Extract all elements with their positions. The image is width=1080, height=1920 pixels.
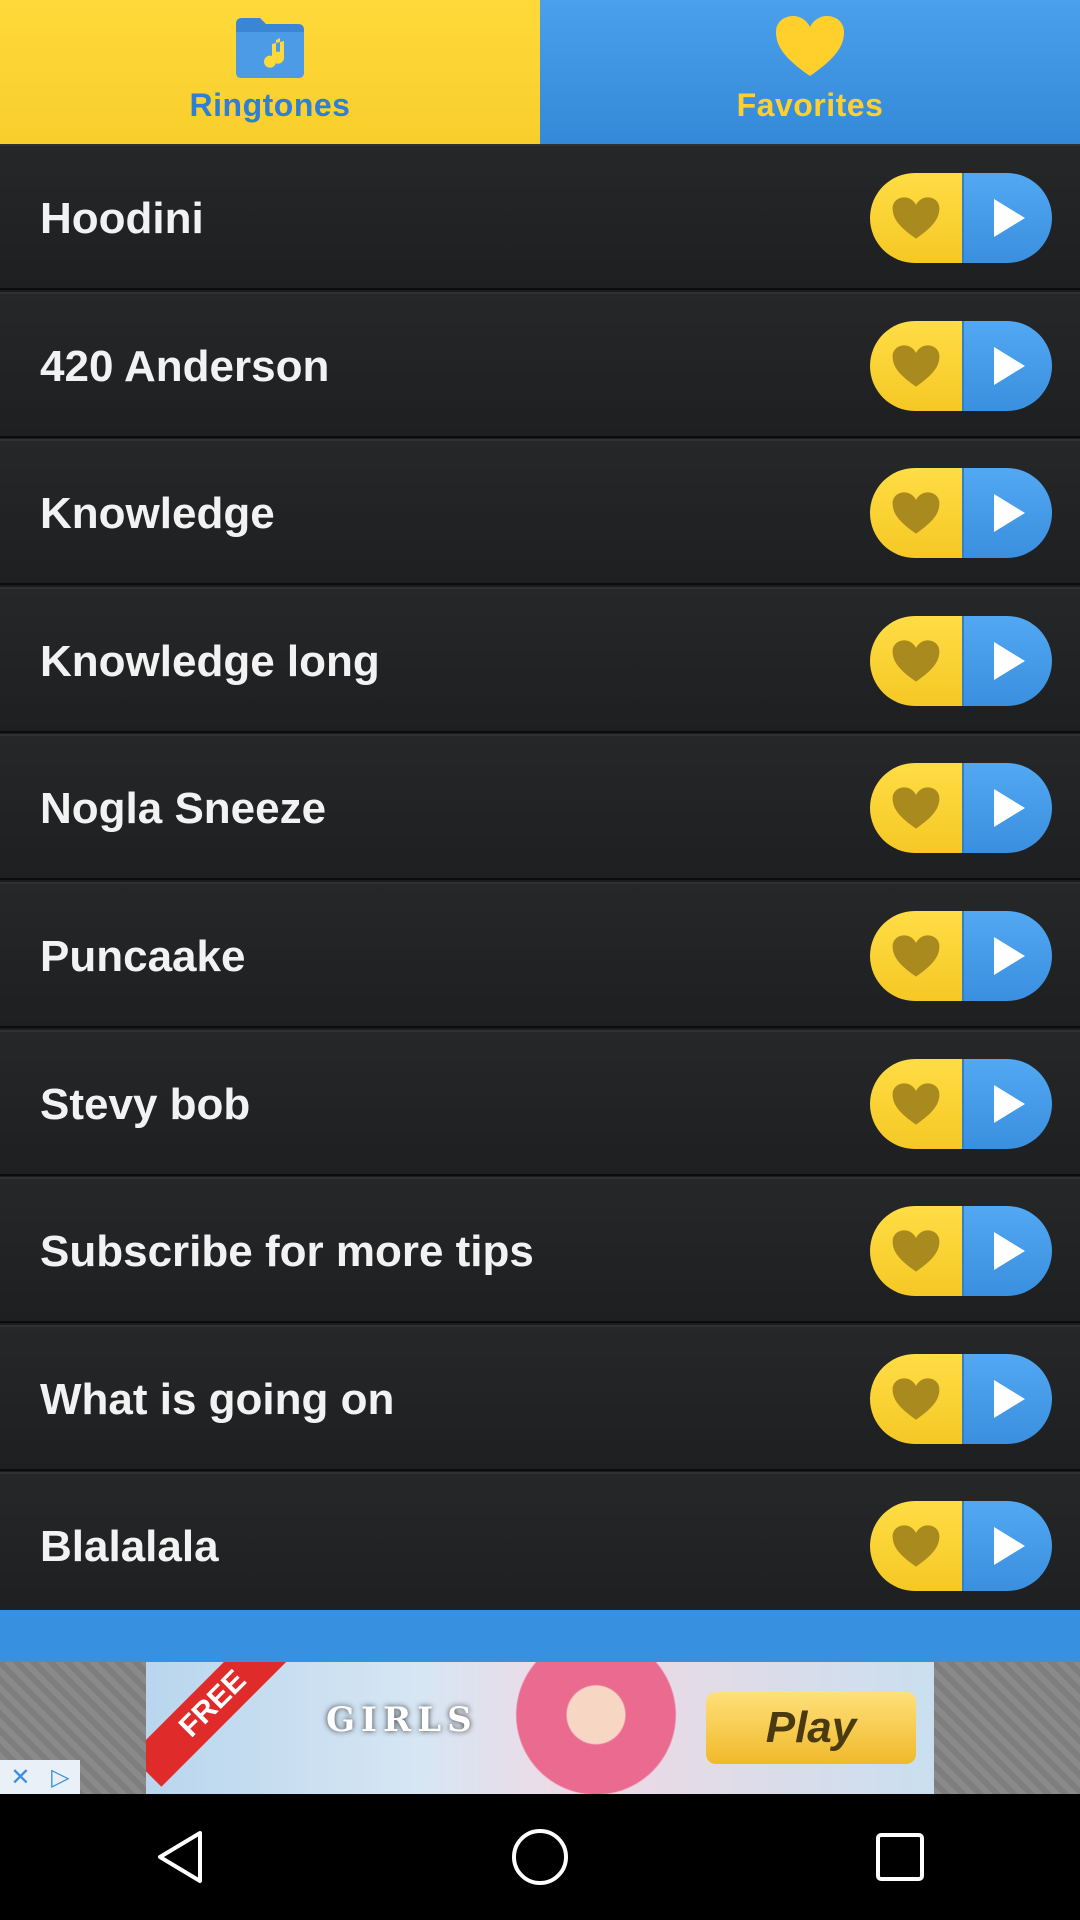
play-icon — [994, 1232, 1025, 1270]
ringtone-row[interactable]: What is going on — [0, 1325, 1080, 1471]
favorite-button[interactable] — [870, 1501, 962, 1591]
ringtone-actions — [870, 1501, 1052, 1591]
play-button[interactable] — [962, 173, 1052, 263]
back-button[interactable] — [120, 1797, 240, 1917]
tab-favorites-label: Favorites — [736, 87, 884, 123]
play-icon — [994, 789, 1025, 827]
heart-icon — [892, 345, 940, 387]
ringtone-actions — [870, 173, 1052, 263]
tab-favorites[interactable]: Favorites — [540, 0, 1080, 144]
play-icon — [994, 642, 1025, 680]
ringtone-title: Hoodini — [40, 194, 204, 243]
favorite-button[interactable] — [870, 616, 962, 706]
ringtone-row[interactable]: Nogla Sneeze — [0, 734, 1080, 880]
ringtone-row[interactable]: Hoodini — [0, 144, 1080, 290]
system-nav-bar — [0, 1794, 1080, 1920]
play-icon — [994, 199, 1025, 237]
ringtone-actions — [870, 468, 1052, 558]
play-button[interactable] — [962, 1501, 1052, 1591]
home-icon — [512, 1829, 568, 1885]
heart-icon — [892, 1083, 940, 1125]
heart-icon — [892, 935, 940, 977]
music-folder-icon — [232, 14, 308, 85]
play-button[interactable] — [962, 911, 1052, 1001]
ad-character-image — [476, 1662, 716, 1794]
play-icon — [994, 347, 1025, 385]
ringtone-title: Puncaake — [40, 932, 246, 981]
ringtone-list: Hoodini 420 Anderson Knowledge Knowledge lo… — [0, 144, 1080, 1618]
ringtone-actions — [870, 911, 1052, 1001]
home-button[interactable] — [480, 1797, 600, 1917]
tab-bar: Ringtones Favorites — [0, 0, 1080, 144]
play-button[interactable] — [962, 1206, 1052, 1296]
ad-play-button[interactable]: Play — [706, 1692, 916, 1764]
heart-icon — [892, 1230, 940, 1272]
back-icon — [158, 1831, 202, 1883]
list-footer-bar — [0, 1610, 1080, 1662]
play-icon — [994, 1085, 1025, 1123]
ringtone-title: 420 Anderson — [40, 342, 330, 391]
heart-icon — [892, 640, 940, 682]
heart-icon — [892, 197, 940, 239]
ringtone-row[interactable]: Knowledge long — [0, 587, 1080, 733]
ringtone-title: Knowledge long — [40, 637, 380, 686]
ad-banner[interactable]: FREE GIRLS Play — [146, 1662, 934, 1794]
close-icon[interactable]: ✕ — [10, 1763, 30, 1792]
play-button[interactable] — [962, 468, 1052, 558]
play-icon — [994, 494, 1025, 532]
ad-controls: ✕ ▷ — [0, 1760, 80, 1794]
ringtone-actions — [870, 321, 1052, 411]
tab-ringtones[interactable]: Ringtones — [0, 0, 540, 144]
favorite-button[interactable] — [870, 173, 962, 263]
play-button[interactable] — [962, 763, 1052, 853]
adchoices-icon[interactable]: ▷ — [51, 1763, 69, 1792]
ringtone-title: Blalalala — [40, 1522, 219, 1571]
heart-icon — [892, 1525, 940, 1567]
play-icon — [994, 1527, 1025, 1565]
favorite-button[interactable] — [870, 1206, 962, 1296]
ringtone-actions — [870, 616, 1052, 706]
play-button[interactable] — [962, 321, 1052, 411]
play-icon — [994, 1380, 1025, 1418]
recents-button[interactable] — [840, 1797, 960, 1917]
ringtone-row[interactable]: 420 Anderson — [0, 292, 1080, 438]
favorite-button[interactable] — [870, 468, 962, 558]
ringtone-row[interactable]: Blalalala — [0, 1472, 1080, 1618]
ad-banner-area[interactable]: FREE GIRLS Play ✕ ▷ — [0, 1662, 1080, 1794]
ringtone-title: What is going on — [40, 1375, 395, 1424]
ringtone-title: Stevy bob — [40, 1080, 251, 1129]
ringtone-actions — [870, 763, 1052, 853]
heart-icon — [774, 14, 846, 83]
favorite-button[interactable] — [870, 321, 962, 411]
ringtone-actions — [870, 1059, 1052, 1149]
heart-icon — [892, 492, 940, 534]
ringtone-row[interactable]: Stevy bob — [0, 1030, 1080, 1176]
ringtone-row[interactable]: Knowledge — [0, 439, 1080, 585]
heart-icon — [892, 787, 940, 829]
heart-icon — [892, 1378, 940, 1420]
favorite-button[interactable] — [870, 763, 962, 853]
favorite-button[interactable] — [870, 1059, 962, 1149]
favorite-button[interactable] — [870, 1354, 962, 1444]
ringtone-row[interactable]: Subscribe for more tips — [0, 1177, 1080, 1323]
play-icon — [994, 937, 1025, 975]
play-button[interactable] — [962, 1059, 1052, 1149]
recents-icon — [876, 1833, 924, 1881]
ad-logo: GIRLS — [326, 1700, 478, 1740]
ad-free-badge: FREE — [146, 1662, 296, 1787]
ringtone-title: Nogla Sneeze — [40, 784, 327, 833]
ringtone-title: Subscribe for more tips — [40, 1227, 534, 1276]
tab-ringtones-label: Ringtones — [189, 87, 351, 123]
ringtone-actions — [870, 1354, 1052, 1444]
favorite-button[interactable] — [870, 911, 962, 1001]
play-button[interactable] — [962, 1354, 1052, 1444]
play-button[interactable] — [962, 616, 1052, 706]
ringtone-actions — [870, 1206, 1052, 1296]
ringtone-row[interactable]: Puncaake — [0, 882, 1080, 1028]
ringtone-title: Knowledge — [40, 489, 275, 538]
